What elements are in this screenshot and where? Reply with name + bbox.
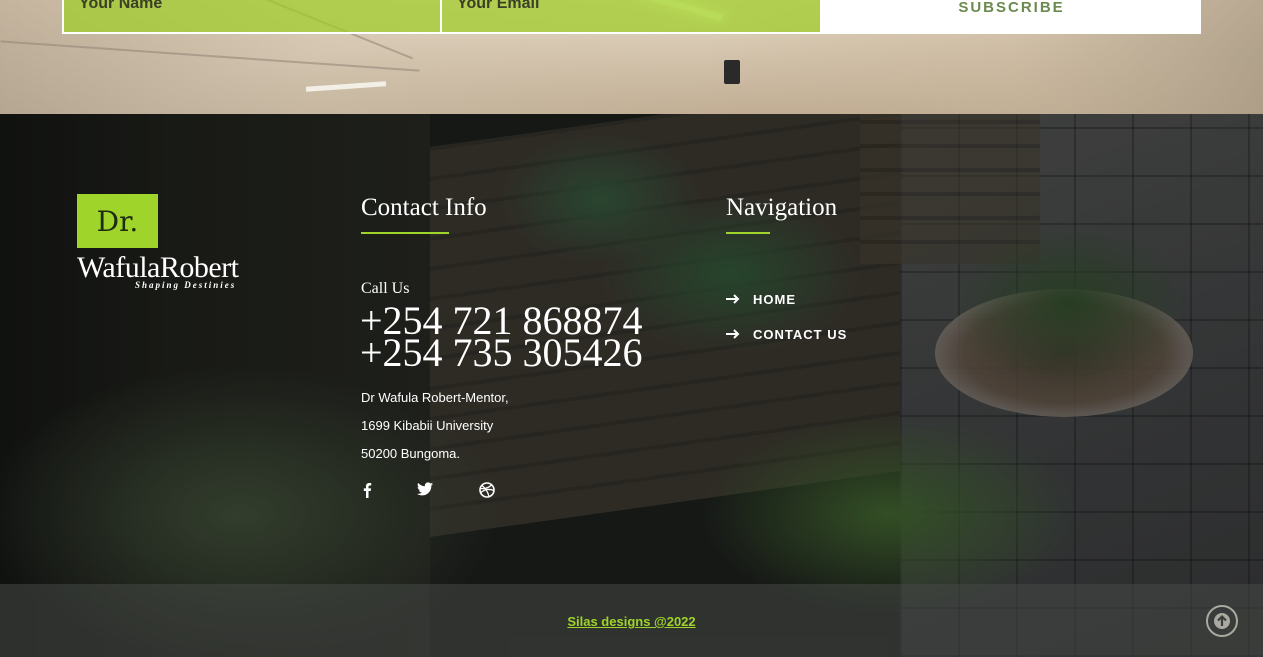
nav-item-contact-us[interactable]: CONTACT US xyxy=(726,326,847,343)
logo-name: WafulaRobert xyxy=(77,251,239,284)
logo-prefix: Dr. xyxy=(96,204,139,238)
copyright-bar: Silas designs @2022 xyxy=(0,584,1263,657)
twitter-icon[interactable] xyxy=(417,482,433,501)
contact-title: Contact Info xyxy=(361,194,487,221)
contact-title-underline xyxy=(361,232,449,234)
nav-item-home[interactable]: HOME xyxy=(726,291,796,308)
address-line: Dr Wafula Robert-Mentor, xyxy=(361,390,509,405)
navigation-title-underline xyxy=(726,232,770,234)
copyright-link[interactable]: Silas designs @2022 xyxy=(567,614,695,629)
email-placeholder: Your Email xyxy=(457,0,540,12)
arrow-up-circle-icon xyxy=(1214,612,1230,630)
subscribe-label: SUBSCRIBE xyxy=(958,0,1065,16)
logo-badge: Dr. xyxy=(77,194,158,248)
wall-sensor xyxy=(724,60,740,84)
dribbble-icon[interactable] xyxy=(479,482,495,503)
navigation-title: Navigation xyxy=(726,194,838,221)
arrow-right-icon xyxy=(726,326,753,343)
site-logo[interactable]: Dr. WafulaRobert Shaping Destinies xyxy=(77,194,239,290)
name-placeholder: Your Name xyxy=(79,0,163,12)
copyright: Silas designs @2022 xyxy=(0,613,1263,631)
subscribe-button[interactable]: SUBSCRIBE xyxy=(822,0,1201,34)
email-input[interactable]: Your Email xyxy=(442,0,822,34)
address-line: 50200 Bungoma. xyxy=(361,446,461,461)
ceiling-fixture xyxy=(305,81,387,92)
nav-item-label: CONTACT US xyxy=(753,327,848,342)
name-input[interactable]: Your Name xyxy=(62,0,442,34)
call-us-label: Call Us xyxy=(361,280,410,297)
newsletter-section: Your Name Your Email SUBSCRIBE xyxy=(0,0,1263,114)
nav-item-label: HOME xyxy=(753,292,796,307)
back-to-top-button[interactable] xyxy=(1206,605,1238,637)
facebook-icon[interactable] xyxy=(362,482,372,503)
subscribe-form: Your Name Your Email SUBSCRIBE xyxy=(62,0,1201,34)
footer: Dr. WafulaRobert Shaping Destinies Conta… xyxy=(0,114,1263,657)
ceiling-line xyxy=(0,40,420,72)
phone-number-2[interactable]: +254 735 305426 xyxy=(360,333,643,373)
arrow-right-icon xyxy=(726,291,753,308)
address-line: 1699 Kibabii University xyxy=(361,418,494,433)
logo-tagline: Shaping Destinies xyxy=(135,280,237,290)
